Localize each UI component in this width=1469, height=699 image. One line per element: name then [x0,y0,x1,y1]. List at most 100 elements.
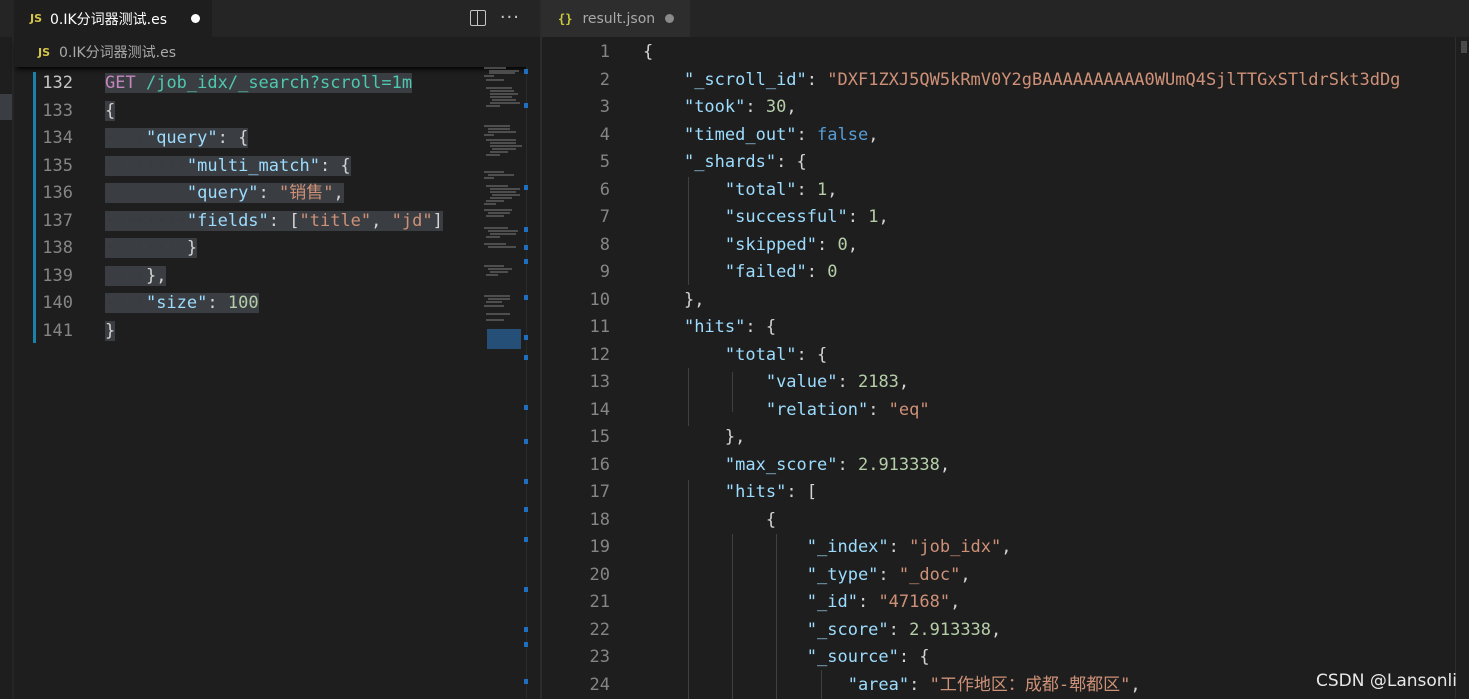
code-line[interactable]: 138 ········} [0,235,540,263]
split-editor-icon[interactable] [469,10,486,26]
code-line[interactable]: 23 "_source": { [542,644,1469,672]
code-line[interactable]: 14 "relation": "eq" [542,397,1469,425]
code-line[interactable]: 11 "hits": { [542,314,1469,342]
code-line[interactable]: 3 "took": 30, [542,94,1469,122]
code-line[interactable]: 12 "total": { [542,342,1469,370]
line-text: "hits": [ [643,479,817,507]
code-line[interactable]: 136 ········"query": "销售", [0,180,540,208]
breadcrumb[interactable]: JS 0.IK分词器测试.es [14,37,540,67]
line-number: 138 [42,238,73,258]
code-line[interactable]: 6 "total": 1, [542,177,1469,205]
code-line[interactable]: 4 "timed_out": false, [542,122,1469,150]
line-text: }, [643,424,745,452]
code-token: : [888,537,910,557]
code-line[interactable]: 139 ····}, [0,263,540,291]
code-token: 100 [227,293,259,313]
overview-ruler-mark [524,355,528,360]
code-line[interactable]: 133 { [0,98,540,126]
code-token: , [991,619,1002,640]
code-line[interactable]: 19 "_index": "job_idx", [542,534,1469,562]
line-text: "successful": 1, [643,204,889,232]
line-text: }, [643,287,704,315]
more-actions-icon[interactable]: ··· [500,6,520,30]
minimap[interactable] [480,67,526,699]
minimap-line [488,268,512,270]
code-line[interactable]: 8 "skipped": 0, [542,232,1469,260]
minimap-line [488,212,510,214]
code-token: "relation" [765,399,869,420]
breadcrumb-file[interactable]: 0.IK分词器测试.es [59,42,176,62]
overview-ruler-mark [524,439,528,444]
code-line[interactable]: 10 }, [542,287,1469,315]
right-vertical-scrollbar[interactable] [1455,37,1469,699]
code-line[interactable]: 2 "_scroll_id": "DXF1ZXJ5QW5kRmV0Y2gBAAA… [542,67,1469,95]
minimap-line [484,295,510,297]
minimap-line [490,142,516,144]
code-line[interactable]: 141} [0,318,540,346]
unsaved-dot-icon[interactable] [665,14,674,23]
code-line[interactable]: 5 "_shards": { [542,149,1469,177]
code-token: ········ [105,183,187,203]
code-line[interactable]: 135 ········"multi_match": { [0,153,540,181]
code-line[interactable]: 21 "_id": "47168", [542,589,1469,617]
code-token: : [806,69,828,90]
code-token: 1 [817,179,828,200]
code-token: 0 [827,262,838,282]
code-token: 30 [765,97,787,117]
minimap-line [490,233,516,235]
code-line[interactable]: 13 "value": 2183, [542,369,1469,397]
code-token: GET [105,73,136,93]
left-tab-bar: JS 0.IK分词器测试.es ··· [0,0,540,37]
code-token: "skipped" [724,234,818,255]
tab-result-json[interactable]: {} result.json [542,0,690,37]
code-token: , [333,183,344,203]
line-number: 8 [599,234,610,255]
js-file-icon: JS [30,12,43,25]
code-line[interactable]: 22 "_score": 2.913338, [542,617,1469,645]
overview-ruler-mark [524,185,528,190]
minimap-line [486,87,512,89]
minimap-line [488,131,516,133]
line-text: "area": "工作地区：成都-郫都区", [643,672,1141,699]
tab-ik-analyzer-test[interactable]: JS 0.IK分词器测试.es [14,0,212,37]
minimap-line [490,96,512,98]
line-number: 136 [42,183,73,203]
code-line[interactable]: 18 { [542,507,1469,535]
code-line[interactable]: 16 "max_score": 2.913338, [542,452,1469,480]
minimap-line [484,125,510,127]
line-number: 1 [599,42,610,62]
code-token: 1 [868,207,879,227]
minimap-slider[interactable] [487,329,521,349]
code-line[interactable]: 1{ [542,39,1469,67]
minimap-line [490,93,518,95]
code-line[interactable]: 20 "_type": "_doc", [542,562,1469,590]
code-line[interactable]: 7 "successful": 1, [542,204,1469,232]
code-token: ···· [105,293,146,313]
code-token: : { [776,152,807,172]
code-line[interactable]: 132 GET /job_idx/_search?scroll=1m [0,70,540,98]
code-line[interactable]: 9 "failed": 0 [542,259,1469,287]
line-text: ········"multi_match": { [105,153,351,181]
line-text: "_type": "_doc", [643,562,971,590]
overview-ruler-mark [524,405,528,410]
code-token: "multi_match" [186,155,320,176]
code-line[interactable]: 17 "hits": [ [542,479,1469,507]
minimap-line [484,134,494,136]
code-line[interactable]: 134 ····"query": { [0,125,540,153]
code-line[interactable]: 15 }, [542,424,1469,452]
line-number: 6 [599,179,610,200]
code-token: "timed_out" [683,124,797,145]
line-text: ········} [105,235,198,263]
scrollbar-thumb[interactable] [1461,41,1467,53]
unsaved-dot-icon[interactable] [191,14,200,23]
overview-ruler [524,67,529,699]
code-line[interactable]: 140 ····"size": 100 [0,290,540,318]
code-line[interactable]: 137 ········"fields": ["title", "jd"] [0,208,540,236]
code-token: : [847,207,869,227]
overview-ruler-mark [524,245,528,250]
line-number: 133 [42,100,73,121]
code-token: : { [796,344,828,365]
